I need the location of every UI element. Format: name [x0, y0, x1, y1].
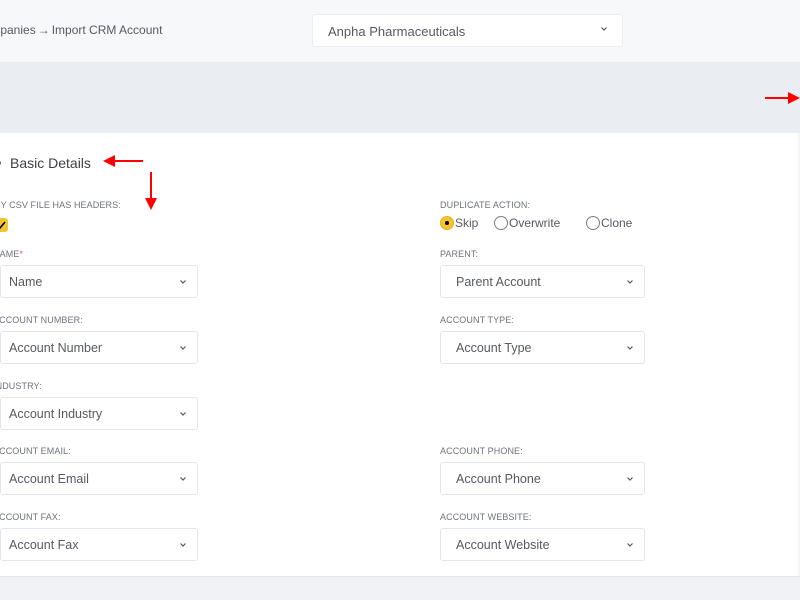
- chevron-down-icon: [180, 477, 186, 481]
- parent-label: Parent:: [440, 249, 479, 259]
- radio-overwrite-label: Overwrite: [509, 216, 561, 230]
- section-title: Basic Details: [10, 155, 91, 171]
- chevron-down-icon: [627, 477, 633, 481]
- industry-select-value: Account Industry: [9, 407, 103, 421]
- chevron-down-icon: [180, 280, 186, 284]
- account-website-select[interactable]: Account Website: [440, 528, 645, 561]
- industry-label: Industry:: [0, 381, 42, 391]
- annotation-arrow-icon: [103, 155, 143, 167]
- breadcrumb-separator: →: [37, 23, 50, 37]
- parent-select[interactable]: Parent Account: [440, 265, 645, 298]
- account-number-select[interactable]: Account Number: [0, 331, 198, 364]
- breadcrumb-parent-link[interactable]: Companies: [0, 23, 36, 37]
- chevron-down-icon: [627, 346, 633, 350]
- annotation-arrow-icon: [145, 172, 157, 210]
- breadcrumb-current: Import CRM Account: [51, 23, 163, 37]
- check-icon: [0, 221, 6, 230]
- name-label: Name*: [0, 249, 24, 259]
- chevron-down-icon: [180, 412, 186, 416]
- bottom-bar: [0, 576, 800, 600]
- account-fax-select-value: Account Fax: [9, 538, 79, 552]
- name-select-value: Name: [9, 275, 43, 289]
- chevron-down-icon: [180, 543, 186, 547]
- annotation-arrow-icon: [765, 92, 800, 104]
- radio-overwrite[interactable]: Overwrite: [494, 216, 560, 230]
- chevron-down-icon: [627, 280, 633, 284]
- account-fax-label: Account Fax:: [0, 512, 61, 522]
- radio-clone-label: Clone: [601, 216, 633, 230]
- header-band: [0, 62, 800, 133]
- account-type-label: Account Type:: [440, 315, 514, 325]
- company-select-value: Anpha Pharmaceuticals: [328, 24, 466, 39]
- radio-clone[interactable]: Clone: [586, 216, 632, 230]
- radio-skip-control[interactable]: [440, 216, 454, 230]
- company-select[interactable]: Anpha Pharmaceuticals: [312, 14, 623, 47]
- radio-skip[interactable]: Skip: [440, 216, 478, 230]
- csv-headers-checkbox[interactable]: [0, 218, 8, 232]
- account-number-select-value: Account Number: [9, 341, 103, 355]
- account-email-select-value: Account Email: [9, 472, 89, 486]
- industry-select[interactable]: Account Industry: [0, 397, 198, 430]
- parent-select-value: Parent Account: [456, 275, 541, 289]
- name-select[interactable]: Name: [0, 265, 198, 298]
- account-type-select-value: Account Type: [456, 341, 532, 355]
- account-type-select[interactable]: Account Type: [440, 331, 645, 364]
- breadcrumb: Companies→Import CRM Account: [0, 23, 162, 37]
- radio-overwrite-control[interactable]: [494, 216, 508, 230]
- chevron-down-icon: [627, 543, 633, 547]
- account-number-label: Account Number:: [0, 315, 83, 325]
- radio-skip-label: Skip: [455, 216, 479, 230]
- account-phone-select[interactable]: Account Phone: [440, 462, 645, 495]
- radio-clone-control[interactable]: [586, 216, 600, 230]
- account-phone-select-value: Account Phone: [456, 472, 541, 486]
- account-website-select-value: Account Website: [456, 538, 550, 552]
- account-website-label: Account Website:: [440, 512, 532, 522]
- duplicate-action-label: Duplicate Action:: [440, 200, 531, 210]
- chevron-down-icon: [601, 27, 607, 31]
- chevron-down-icon: [180, 346, 186, 350]
- account-email-label: Account Email:: [0, 446, 71, 456]
- csv-headers-label: My CSV File Has Headers:: [0, 200, 121, 210]
- account-fax-select[interactable]: Account Fax: [0, 528, 198, 561]
- account-email-select[interactable]: Account Email: [0, 462, 198, 495]
- account-phone-label: Account Phone:: [440, 446, 523, 456]
